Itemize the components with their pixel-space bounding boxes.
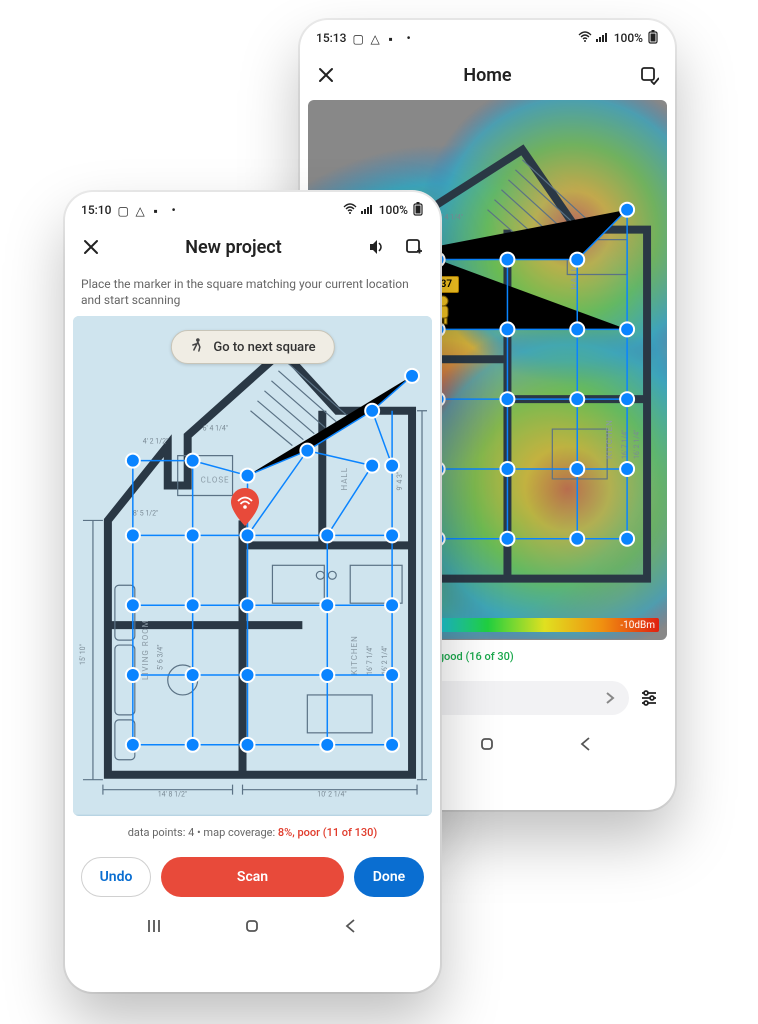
nav-home-icon[interactable] xyxy=(478,735,496,757)
chevron-right-icon xyxy=(605,691,615,705)
floorplan-canvas[interactable]: LIVING ROOM KITCHEN CLOSE HALL 14' 8 1/2… xyxy=(73,316,432,816)
close-icon[interactable] xyxy=(81,237,101,257)
svg-text:KITCHEN: KITCHEN xyxy=(350,636,359,676)
page-title: Home xyxy=(463,65,511,86)
stats-value: 8%, poor (11 of 130) xyxy=(278,826,377,839)
svg-text:CLOSE: CLOSE xyxy=(201,476,230,485)
export-icon[interactable] xyxy=(639,65,659,85)
walk-icon xyxy=(189,338,203,356)
status-time: 15:10 xyxy=(81,203,111,217)
signal-icon xyxy=(361,203,375,218)
app-icon: ▪ xyxy=(153,204,165,216)
nav-home-icon[interactable] xyxy=(243,917,261,939)
svg-text:6' 4 1/4": 6' 4 1/4" xyxy=(203,425,228,433)
system-nav-bar xyxy=(65,905,440,951)
page-title: New project xyxy=(185,237,281,258)
pill-label: Go to next square xyxy=(213,340,315,355)
svg-text:LIVING ROOM: LIVING ROOM xyxy=(141,620,150,681)
signal-icon xyxy=(596,31,610,46)
status-bar: 15:10 ▢ △ ▪ • 100% xyxy=(65,192,440,222)
overflow-dot: • xyxy=(171,203,175,217)
nav-back-icon[interactable] xyxy=(577,735,595,757)
next-square-button[interactable]: Go to next square xyxy=(170,330,334,364)
wifi-icon xyxy=(343,203,357,218)
svg-text:HALL: HALL xyxy=(340,467,349,491)
status-time: 15:13 xyxy=(316,31,346,45)
app-icon: ▪ xyxy=(388,32,400,44)
overflow-dot: • xyxy=(406,31,410,45)
svg-text:9' 4 3": 9' 4 3" xyxy=(396,472,404,491)
battery-icon xyxy=(412,202,424,219)
stats-prefix: data points: 4 • map coverage: xyxy=(128,826,278,839)
svg-text:16' 7 1/4": 16' 7 1/4" xyxy=(621,430,629,459)
export-icon[interactable] xyxy=(404,237,424,257)
action-buttons: Undo Scan Done xyxy=(65,849,440,905)
app-header: New project xyxy=(65,222,440,272)
cloud-icon: △ xyxy=(135,204,147,216)
svg-text:4' 2 1/2": 4' 2 1/2" xyxy=(143,438,168,446)
close-icon[interactable] xyxy=(316,65,336,85)
svg-text:10' 2 1/4": 10' 2 1/4" xyxy=(317,791,346,799)
svg-text:KITCHEN: KITCHEN xyxy=(605,419,614,459)
legend-max-label: -10dBm xyxy=(618,620,657,631)
battery-text: 100% xyxy=(379,203,408,217)
svg-text:16' 7 1/4": 16' 7 1/4" xyxy=(366,646,374,675)
battery-text: 100% xyxy=(614,31,643,45)
svg-text:6' 4 1/4": 6' 4 1/4" xyxy=(438,214,463,222)
status-bar: 15:13 ▢ △ ▪ • 100% xyxy=(300,20,675,50)
done-button[interactable]: Done xyxy=(354,857,424,897)
svg-text:16' 2 1/4": 16' 2 1/4" xyxy=(633,430,641,459)
svg-text:8' 5 1/2": 8' 5 1/2" xyxy=(133,510,158,518)
cloud-icon: △ xyxy=(370,32,382,44)
svg-text:15' 10": 15' 10" xyxy=(79,645,87,666)
instruction-text: Place the marker in the square matching … xyxy=(65,272,440,316)
volume-icon[interactable] xyxy=(366,237,386,257)
image-icon: ▢ xyxy=(352,32,364,44)
wifi-icon xyxy=(578,31,592,46)
wifi-pin-marker[interactable] xyxy=(231,488,259,526)
svg-text:5' 6 3/4": 5' 6 3/4" xyxy=(157,645,165,670)
undo-button[interactable]: Undo xyxy=(81,857,151,897)
nav-recent-icon[interactable] xyxy=(145,917,163,939)
svg-text:14' 8 1/2": 14' 8 1/2" xyxy=(158,791,187,799)
coverage-stats: data points: 4 • map coverage: 8%, poor … xyxy=(65,816,440,849)
nav-back-icon[interactable] xyxy=(342,917,360,939)
phone-scan-view: 15:10 ▢ △ ▪ • 100% New project Place the… xyxy=(65,192,440,992)
app-header: Home xyxy=(300,50,675,100)
scan-button[interactable]: Scan xyxy=(161,857,344,897)
floorplan-svg: LIVING ROOM KITCHEN CLOSE HALL 14' 8 1/2… xyxy=(73,316,432,815)
settings-sliders-icon[interactable] xyxy=(639,688,659,708)
image-icon: ▢ xyxy=(117,204,129,216)
battery-icon xyxy=(647,30,659,47)
